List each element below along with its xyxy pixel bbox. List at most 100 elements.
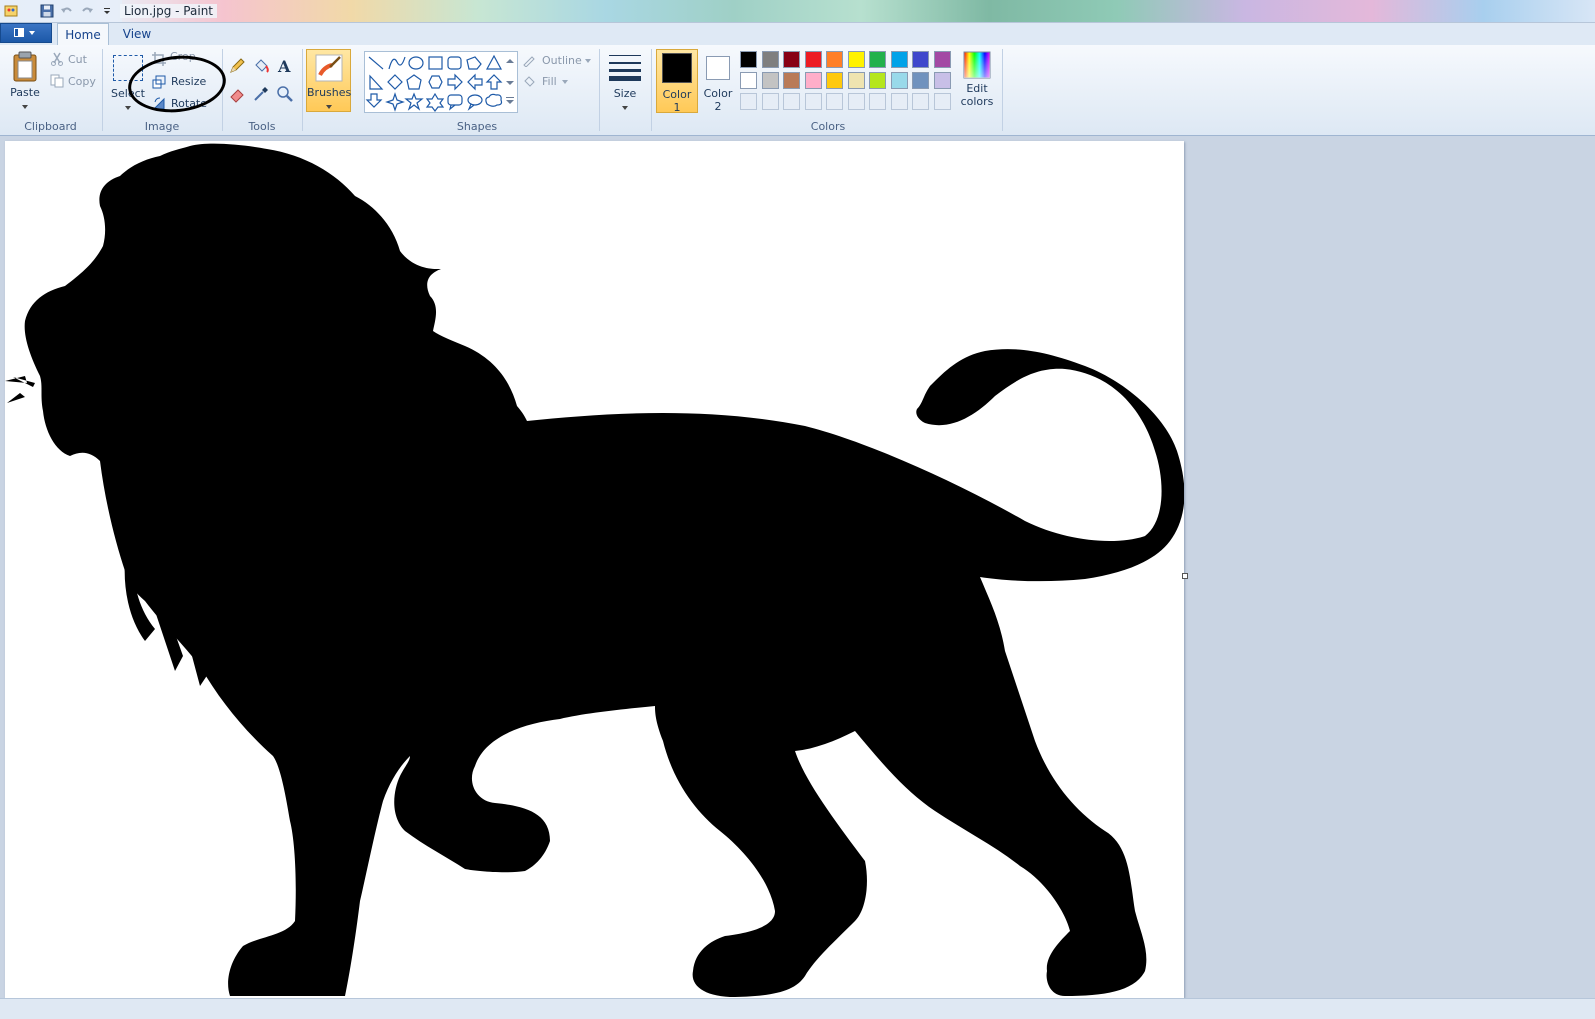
palette-color-swatch[interactable] [890, 51, 908, 68]
palette-color-swatch[interactable] [761, 72, 779, 89]
custom-color-slot[interactable] [761, 93, 779, 110]
color-palette [740, 51, 956, 115]
tab-home[interactable]: Home [57, 23, 109, 46]
custom-color-slot[interactable] [912, 93, 929, 110]
save-icon[interactable] [38, 2, 56, 20]
shapes-scroll-up-icon[interactable] [506, 54, 516, 72]
canvas-resize-handle[interactable] [1182, 573, 1188, 579]
shapes-expand-icon[interactable] [506, 95, 516, 107]
eraser-icon[interactable] [228, 85, 248, 105]
tools-group: A Tools [224, 45, 300, 135]
polygon-shape-icon[interactable] [466, 56, 482, 70]
pentagon-shape-icon[interactable] [406, 74, 422, 90]
fill-button[interactable]: Fill [522, 74, 596, 90]
palette-color-swatch[interactable] [826, 72, 843, 89]
fill-bucket-icon[interactable] [252, 57, 272, 77]
copy-button[interactable]: Copy [50, 74, 98, 90]
palette-color-swatch[interactable] [804, 51, 822, 68]
rounded-callout-shape-icon[interactable] [447, 94, 463, 111]
tools-group-label: Tools [248, 120, 276, 133]
undo-icon[interactable] [58, 2, 76, 20]
palette-color-swatch[interactable] [783, 72, 800, 89]
palette-color-swatch[interactable] [740, 51, 757, 68]
cut-button[interactable]: Cut [50, 52, 98, 68]
size-button[interactable]: Size [603, 49, 647, 113]
palette-color-swatch[interactable] [761, 51, 779, 68]
palette-color-swatch[interactable] [847, 51, 865, 68]
custom-color-slot[interactable] [804, 93, 822, 110]
arrow-right-shape-icon[interactable] [447, 73, 463, 91]
canvas-workspace[interactable] [0, 136, 1595, 1018]
cloud-callout-shape-icon[interactable] [485, 93, 503, 107]
palette-color-swatch[interactable] [826, 51, 843, 68]
size-label: Size [613, 87, 637, 100]
edit-colors-button[interactable]: Edit colors [957, 51, 997, 113]
colors-group-label: Colors [810, 120, 846, 133]
magnifier-icon[interactable] [276, 85, 296, 105]
curve-shape-icon[interactable] [388, 56, 406, 70]
palette-color-swatch[interactable] [912, 72, 929, 89]
color-wheel-icon [963, 51, 991, 79]
shapes-scroll-down-icon[interactable] [506, 76, 516, 88]
outline-button[interactable]: Outline [522, 53, 596, 69]
color-1-button[interactable]: Color 1 [656, 49, 698, 114]
custom-color-slot[interactable] [847, 93, 865, 110]
palette-color-swatch[interactable] [933, 72, 951, 89]
custom-color-slot[interactable] [740, 93, 757, 110]
palette-color-swatch[interactable] [933, 51, 951, 68]
color-2-button[interactable]: Color 2 [700, 49, 736, 113]
color-2-label: Color [703, 87, 733, 100]
triangle-shape-icon[interactable] [485, 54, 503, 70]
palette-color-swatch[interactable] [740, 72, 757, 89]
paste-icon [13, 51, 37, 82]
arrow-down-shape-icon[interactable] [365, 93, 383, 108]
divider [102, 49, 103, 131]
text-icon[interactable]: A [276, 57, 296, 77]
oval-shape-icon[interactable] [408, 56, 424, 70]
image-group-label: Image [144, 120, 180, 133]
edit-colors-label-2: colors [960, 95, 994, 108]
hexagon-shape-icon[interactable] [428, 75, 443, 89]
drawing-canvas[interactable] [5, 141, 1184, 998]
arrow-up-shape-icon[interactable] [485, 74, 503, 90]
palette-color-swatch[interactable] [783, 51, 800, 68]
line-size-icon [609, 55, 641, 81]
palette-color-swatch[interactable] [890, 72, 908, 89]
palette-color-swatch[interactable] [912, 51, 929, 68]
palette-color-swatch[interactable] [869, 51, 886, 68]
customize-qat-chevron-icon[interactable] [98, 2, 116, 20]
custom-color-slot[interactable] [890, 93, 908, 110]
tab-view[interactable]: View [114, 23, 160, 45]
pencil-icon[interactable] [228, 57, 248, 77]
line-shape-icon[interactable] [368, 56, 384, 70]
paste-dropdown-icon [22, 105, 28, 109]
six-point-star-shape-icon[interactable] [425, 92, 445, 112]
custom-color-slot[interactable] [869, 93, 886, 110]
right-triangle-shape-icon[interactable] [369, 74, 384, 90]
shapes-group-label: Shapes [456, 120, 498, 133]
arrow-left-shape-icon[interactable] [467, 73, 483, 91]
custom-color-slot[interactable] [933, 93, 951, 110]
redo-icon[interactable] [78, 2, 96, 20]
brush-icon [315, 54, 342, 82]
brushes-button[interactable]: Brushes [306, 49, 351, 112]
paint-menu-button[interactable] [0, 23, 52, 43]
palette-color-swatch[interactable] [847, 72, 865, 89]
paste-button[interactable]: Paste [4, 49, 46, 113]
outline-icon [523, 56, 535, 67]
rectangle-shape-icon[interactable] [428, 56, 443, 70]
rounded-rectangle-shape-icon[interactable] [447, 56, 462, 70]
custom-color-slot[interactable] [826, 93, 843, 110]
fill-icon [524, 76, 535, 87]
fill-label: Fill [542, 75, 557, 88]
divider [651, 49, 652, 131]
diamond-shape-icon[interactable] [387, 74, 403, 90]
custom-color-slot[interactable] [783, 93, 800, 110]
oval-callout-shape-icon[interactable] [467, 94, 483, 111]
palette-color-swatch[interactable] [869, 72, 886, 89]
color-picker-icon[interactable] [252, 85, 272, 105]
four-point-star-shape-icon[interactable] [385, 92, 405, 112]
palette-color-swatch[interactable] [804, 72, 822, 89]
paint-app-icon[interactable] [2, 2, 20, 20]
five-point-star-shape-icon[interactable] [404, 92, 424, 111]
